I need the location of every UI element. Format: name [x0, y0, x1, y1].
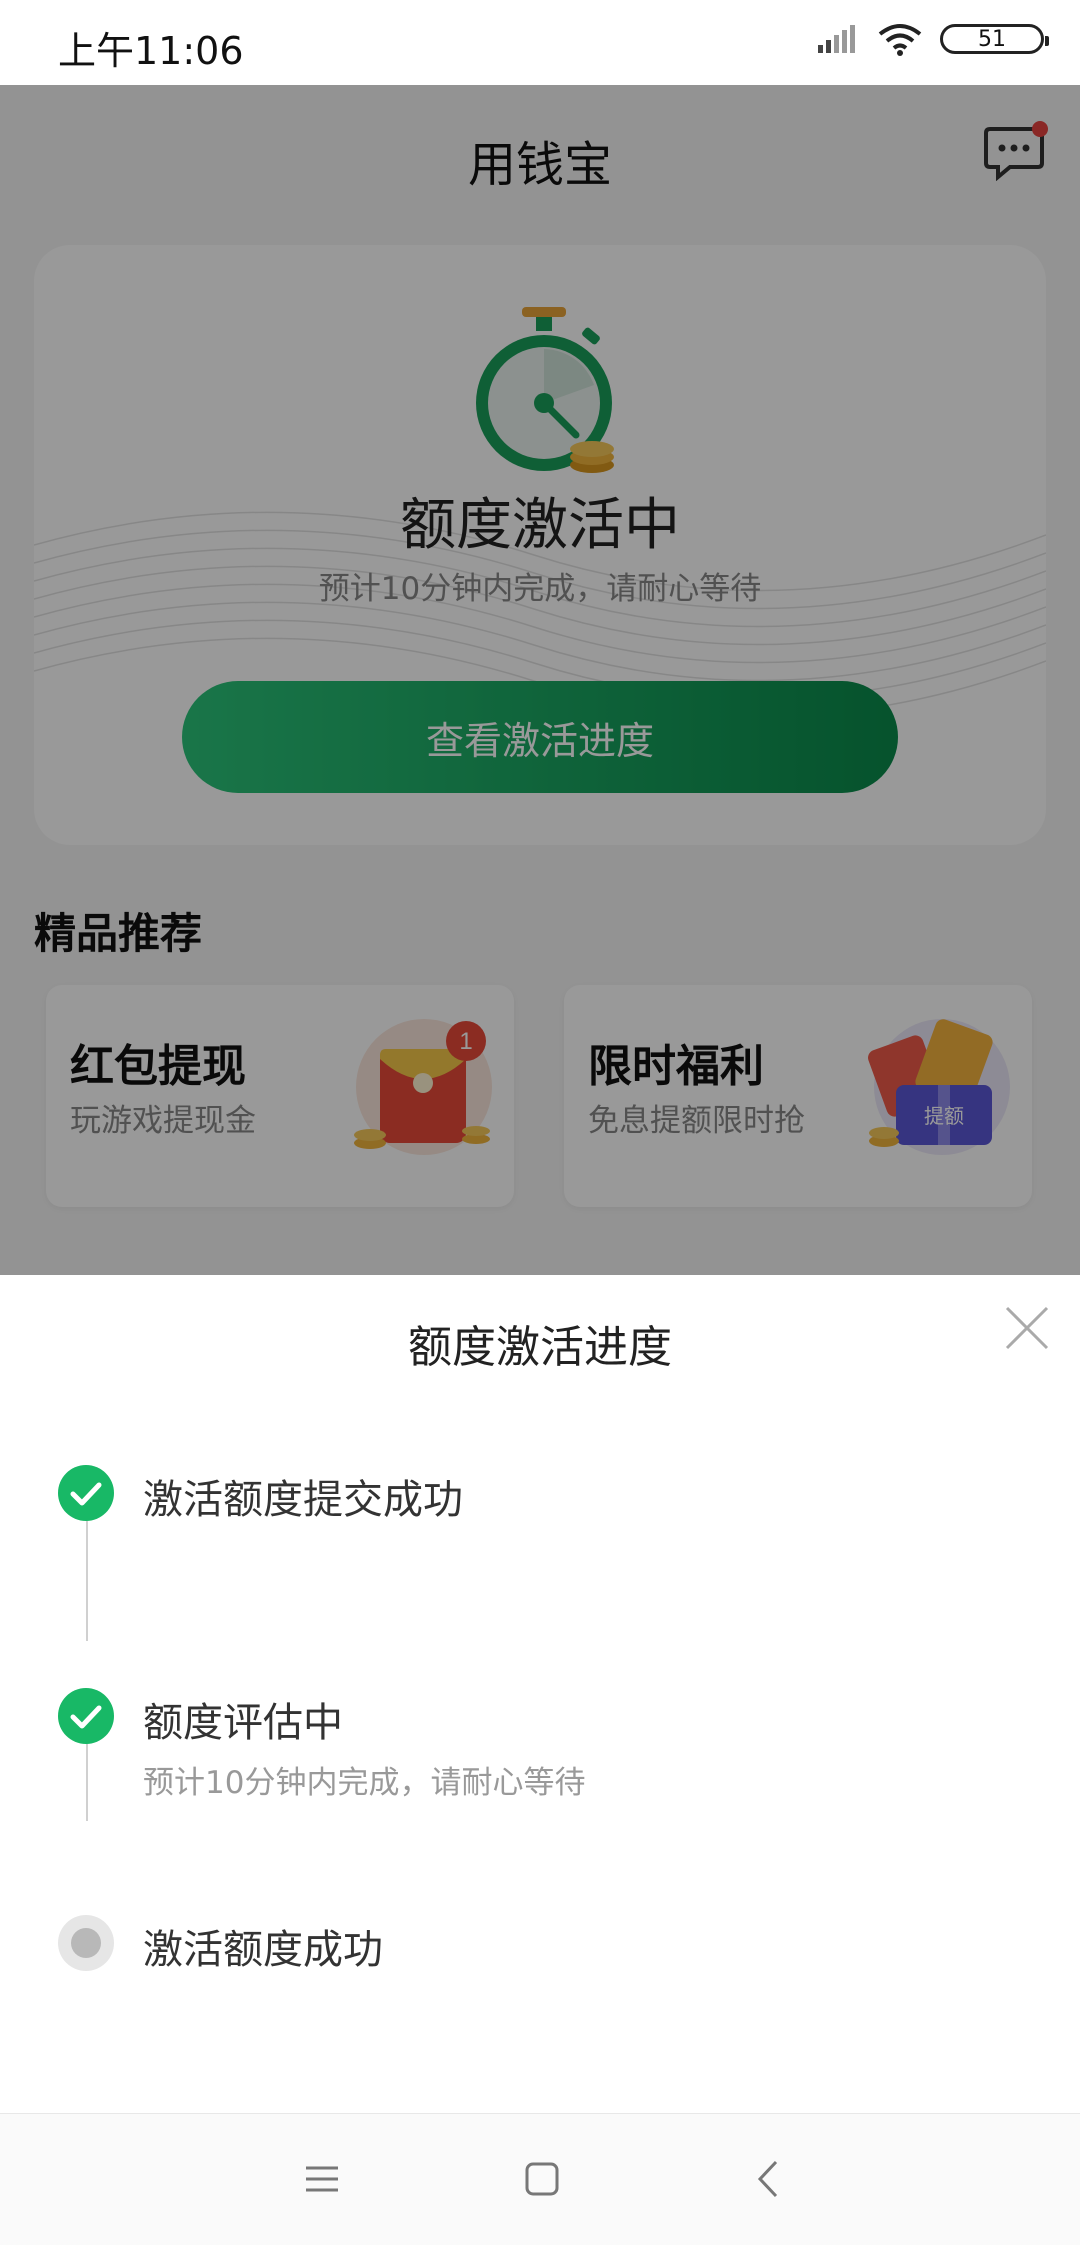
step-label: 激活额度成功: [143, 1927, 383, 1973]
step-pending-icon: [58, 1915, 114, 1971]
sheet-title: 额度激活进度: [408, 1322, 672, 1373]
step-label: 激活额度提交成功: [143, 1477, 463, 1523]
step-label: 额度评估中: [143, 1700, 343, 1746]
menu-icon[interactable]: [300, 2154, 344, 2204]
system-nav-bar: [0, 2113, 1080, 2245]
check-icon: [70, 1482, 102, 1506]
check-icon: [70, 1705, 102, 1729]
close-icon[interactable]: [1004, 1305, 1050, 1351]
step-subtitle: 预计10分钟内完成，请耐心等待: [143, 1765, 586, 1801]
status-icons: 51: [816, 22, 1049, 56]
modal-backdrop[interactable]: [0, 85, 1080, 1275]
battery-icon: 51: [940, 24, 1049, 54]
home-icon[interactable]: [520, 2154, 564, 2204]
activation-progress-sheet: 额度激活进度 激活额度提交成功 额度评估中 预计10分钟内完成，请耐心等待 激活…: [0, 1275, 1080, 2113]
battery-level: 51: [978, 26, 1006, 52]
status-time: 上午11:06: [58, 29, 244, 73]
wifi-icon: [878, 24, 922, 56]
signal-icon: [818, 25, 855, 53]
step-done-icon: [58, 1465, 114, 1521]
status-bar: 上午11:06 51: [0, 0, 1080, 85]
step-done-icon: [58, 1688, 114, 1744]
back-icon[interactable]: [748, 2154, 792, 2204]
